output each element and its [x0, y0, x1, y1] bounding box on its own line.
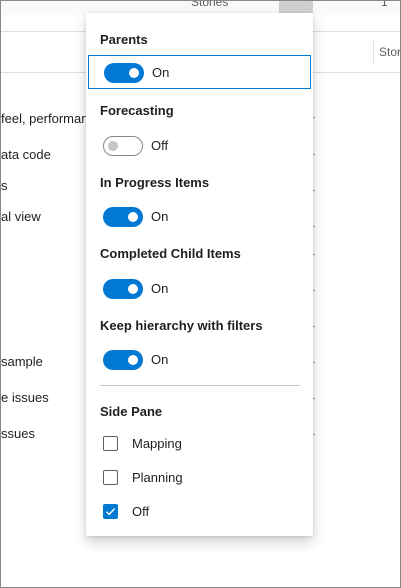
background-count: 1 [381, 0, 388, 9]
toggle-state-label: On [151, 352, 169, 367]
toggle-knob [128, 284, 138, 294]
toggle-state-label: On [152, 65, 170, 80]
view-options-menu: Parents On Forecasting Off In Progress I… [86, 13, 313, 536]
toggle-switch[interactable] [103, 350, 143, 370]
checkbox-label: Mapping [132, 436, 182, 451]
checkmark-icon [106, 508, 116, 516]
table-row[interactable]: e issues [1, 390, 49, 405]
side-pane-option-mapping[interactable]: Mapping [86, 431, 313, 457]
section-title-parents: Parents [100, 32, 148, 47]
section-title-side-pane: Side Pane [100, 404, 163, 419]
menu-divider [100, 385, 300, 386]
background-column-label: Stories [191, 0, 229, 9]
completed-child-items-toggle[interactable]: On [86, 271, 313, 305]
table-row[interactable]: ssues [1, 426, 35, 441]
side-pane-option-planning[interactable]: Planning [86, 465, 313, 491]
toggle-knob [128, 212, 138, 222]
keep-hierarchy-toggle[interactable]: On [86, 342, 313, 376]
toggle-state-label: Off [151, 138, 169, 153]
table-row[interactable]: feel, performan [1, 111, 88, 126]
table-row[interactable]: al view [1, 209, 41, 224]
section-title-in-progress-items: In Progress Items [100, 175, 210, 190]
table-row[interactable]: ata code [1, 147, 51, 162]
checkbox-label: Off [132, 504, 150, 519]
column-header-stories[interactable]: Stor [379, 45, 400, 59]
side-pane-option-off[interactable]: Off [86, 499, 313, 525]
table-row[interactable]: sample [1, 354, 43, 369]
checkbox[interactable] [103, 470, 118, 485]
forecasting-toggle[interactable]: Off [86, 128, 313, 162]
toggle-state-label: On [151, 281, 169, 296]
toggle-knob [128, 355, 138, 365]
toggle-state-label: On [151, 209, 169, 224]
toggle-switch[interactable] [104, 63, 144, 83]
parents-toggle[interactable]: On [88, 55, 311, 89]
section-title-completed-child-items: Completed Child Items [100, 246, 241, 261]
table-row[interactable]: s [1, 178, 8, 193]
window-frame: Stories 1 Stor feel, performan ata code … [0, 0, 401, 588]
checkbox[interactable] [103, 436, 118, 451]
toggle-switch[interactable] [103, 279, 143, 299]
column-separator[interactable] [373, 39, 374, 63]
toggle-switch[interactable] [103, 207, 143, 227]
checkbox-label: Planning [132, 470, 183, 485]
section-title-forecasting: Forecasting [100, 103, 174, 118]
background-dropdown-button[interactable] [279, 1, 313, 13]
section-title-keep-hierarchy: Keep hierarchy with filters [100, 318, 263, 333]
checkbox-checked[interactable] [103, 504, 118, 519]
in-progress-items-toggle[interactable]: On [86, 199, 313, 233]
toggle-knob [108, 141, 118, 151]
toggle-switch[interactable] [103, 136, 143, 156]
toggle-knob [129, 68, 139, 78]
